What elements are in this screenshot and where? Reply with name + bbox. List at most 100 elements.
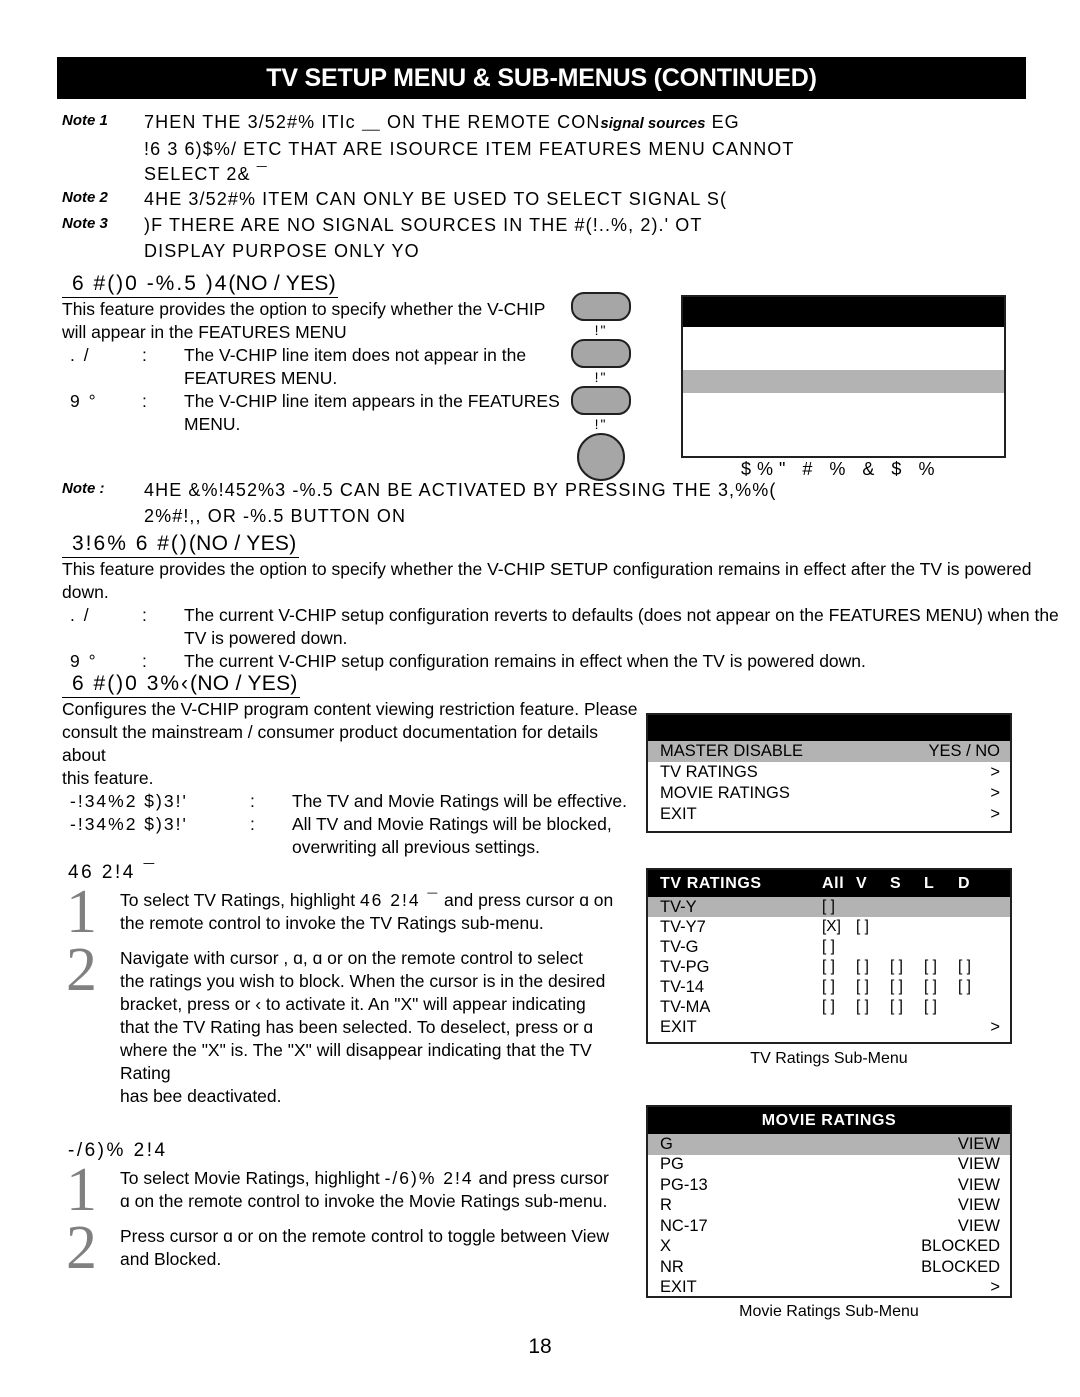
movie-ratings-osd-title: MOVIE RATINGS xyxy=(648,1107,1010,1134)
tv-ratings-row-exit[interactable]: EXIT > xyxy=(648,1017,1010,1037)
tv-ratings-osd-menu: TV RATINGS All V S L D TV-Y [ ] TV-Y7 [X… xyxy=(646,868,1012,1044)
checkbox-s[interactable]: [ ] xyxy=(890,958,924,976)
checkbox-l[interactable] xyxy=(924,938,958,956)
tv-ratings-row-tv-g[interactable]: TV-G [ ] xyxy=(648,937,1010,957)
save-vchip-option-no-colon: : xyxy=(142,605,147,625)
checkbox-all[interactable]: [ ] xyxy=(822,898,856,916)
checkbox-l[interactable]: [ ] xyxy=(924,978,958,996)
remote-button-1-caption: !" xyxy=(594,322,608,338)
checkbox-v[interactable]: [ ] xyxy=(856,918,890,936)
note-4-block: Note : 4HE &%!452%3 -%.5 CAN BE ACTIVATE… xyxy=(62,478,1080,529)
tv-ratings-row-tv-y7[interactable]: TV-Y7 [X] [ ] xyxy=(648,917,1010,937)
movie-ratings-row-pg-value: VIEW xyxy=(957,1155,1000,1174)
tv-ratings-osd-title: TV RATINGS xyxy=(660,874,762,892)
cursor-right-icon: ɑ xyxy=(579,890,589,910)
vchip-setup-intro-line3: this feature. xyxy=(62,768,154,788)
tv-ratings-steps-section: 46 2!4 ¯ 1 To select TV Ratings, highlig… xyxy=(62,862,642,1114)
blank-osd-menu-caption: $%" # % & $ % xyxy=(741,459,941,479)
tv-ratings-row-tv-ma-label: TV-MA xyxy=(660,997,711,1016)
vchip-setup-intro-line1: Configures the V-CHIP program content vi… xyxy=(62,699,638,719)
osd-row-movie-ratings[interactable]: MOVIE RATINGS > xyxy=(648,783,1010,804)
tv-ratings-step-2-line4: that the TV Rating has been selected. To… xyxy=(120,1017,594,1037)
movie-ratings-row-r[interactable]: R VIEW xyxy=(648,1196,1010,1217)
checkbox-v[interactable]: [ ] xyxy=(856,998,890,1016)
osd-row-tv-ratings[interactable]: TV RATINGS > xyxy=(648,762,1010,783)
osd-row-tv-ratings-arrow-icon: > xyxy=(990,763,1000,781)
checkbox-l[interactable]: [ ] xyxy=(924,958,958,976)
movie-ratings-step-1-line1-a: To select Movie Ratings, highlight xyxy=(120,1168,385,1188)
checkbox-d[interactable]: [ ] xyxy=(958,958,992,976)
note-1-body: 7HEN THE 3/52#% ITIc ⸏ ON THE REMOTE CON… xyxy=(144,110,1080,136)
movie-ratings-row-nc-17-value: VIEW xyxy=(957,1216,1000,1235)
cursor-right-icon: ɑ xyxy=(223,1226,233,1246)
checkbox-all[interactable]: [ ] xyxy=(822,958,856,976)
notes-block: Note 1 7HEN THE 3/52#% ITIc ⸏ ON THE REM… xyxy=(62,110,1080,264)
checkbox-all[interactable]: [X] xyxy=(822,918,856,936)
tv-ratings-row-exit-arrow-icon: > xyxy=(990,1017,1000,1036)
note-1-line3: SELECT 2& ¯ xyxy=(144,164,268,184)
osd-row-master-disable[interactable]: MASTER DISABLE YES / NO xyxy=(648,741,1010,762)
checkbox-s[interactable] xyxy=(890,938,924,956)
checkbox-v[interactable]: [ ] xyxy=(856,958,890,976)
movie-ratings-row-x-label: X xyxy=(660,1237,672,1256)
checkbox-d[interactable] xyxy=(958,898,992,916)
vchip-setup-option-1: -!34%2 $)3!' : The TV and Movie Ratings … xyxy=(62,790,642,813)
movie-ratings-row-nc-17[interactable]: NC-17 VIEW xyxy=(648,1216,1010,1237)
movie-ratings-row-pg-13[interactable]: PG-13 VIEW xyxy=(648,1175,1010,1196)
osd-row-movie-ratings-label: MOVIE RATINGS xyxy=(660,784,790,802)
vchip-menu-option-yes: 9 ° : The V-CHIP line item appears in th… xyxy=(62,390,622,413)
checkbox-l[interactable] xyxy=(924,898,958,916)
checkbox-d[interactable] xyxy=(958,998,992,1016)
checkbox-s[interactable] xyxy=(890,918,924,936)
tv-ratings-step-1-line1-c: on xyxy=(588,890,614,910)
osd-row-master-disable-value: YES / NO xyxy=(928,742,1000,760)
note-4-line2: 2%#!,, OR -%.5 BUTTON ON xyxy=(144,506,407,526)
tv-ratings-row-tv-y[interactable]: TV-Y [ ] xyxy=(648,897,1010,917)
note-1: Note 1 7HEN THE 3/52#% ITIc ⸏ ON THE REM… xyxy=(62,110,1080,136)
movie-ratings-row-pg[interactable]: PG VIEW xyxy=(648,1155,1010,1176)
movie-ratings-row-g-label: G xyxy=(660,1134,673,1153)
movie-ratings-step-1: 1 To select Movie Ratings, highlight -/6… xyxy=(62,1159,642,1221)
checkbox-l[interactable]: [ ] xyxy=(924,998,958,1016)
remote-button-1 xyxy=(571,292,631,321)
checkbox-all[interactable]: [ ] xyxy=(822,938,856,956)
checkbox-all[interactable]: [ ] xyxy=(822,998,856,1016)
vchip-setup-option-2-colon: : xyxy=(250,814,255,834)
save-vchip-option-yes-key: 9 ° xyxy=(70,651,98,671)
checkbox-l[interactable] xyxy=(924,918,958,936)
movie-ratings-row-exit[interactable]: EXIT > xyxy=(648,1278,1010,1299)
movie-ratings-row-x[interactable]: X BLOCKED xyxy=(648,1237,1010,1258)
checkbox-s[interactable] xyxy=(890,898,924,916)
note-1-line2-mid: ITEM xyxy=(479,139,539,159)
osd-row-exit[interactable]: EXIT > xyxy=(648,804,1010,825)
movie-ratings-row-g[interactable]: G VIEW xyxy=(648,1134,1010,1155)
tv-ratings-osd-caption: TV Ratings Sub-Menu xyxy=(750,1050,908,1067)
movie-ratings-row-nr-label: NR xyxy=(660,1257,684,1276)
checkbox-v[interactable] xyxy=(856,938,890,956)
vchip-menu-option-yes-desc2: MENU. xyxy=(184,414,241,434)
checkbox-s[interactable]: [ ] xyxy=(890,978,924,996)
checkbox-all[interactable]: [ ] xyxy=(822,978,856,996)
tv-ratings-row-tv-pg[interactable]: TV-PG [ ] [ ] [ ] [ ] [ ] xyxy=(648,957,1010,977)
checkbox-v[interactable] xyxy=(856,898,890,916)
movie-ratings-row-nr[interactable]: NR BLOCKED xyxy=(648,1257,1010,1278)
checkbox-d[interactable] xyxy=(958,918,992,936)
tv-ratings-row-tv-14[interactable]: TV-14 [ ] [ ] [ ] [ ] [ ] xyxy=(648,977,1010,997)
tv-ratings-row-tv-ma[interactable]: TV-MA [ ] [ ] [ ] [ ] xyxy=(648,997,1010,1017)
checkbox-d[interactable] xyxy=(958,938,992,956)
vchip-setup-osd-menu: MASTER DISABLE YES / NO TV RATINGS > MOV… xyxy=(646,713,1012,833)
tv-ratings-step-2-line1: Navigate with cursor , ɑ, ɑ or on the re… xyxy=(120,948,583,968)
checkbox-v[interactable]: [ ] xyxy=(856,978,890,996)
movie-ratings-step-2-line1-b: or on the remote control to toggle betwe… xyxy=(232,1226,609,1246)
movie-ratings-steps-heading: -/6)% 2!4 xyxy=(68,1140,168,1161)
tv-ratings-col-all: All xyxy=(822,874,845,892)
note-1-line1-b: EG xyxy=(705,112,740,132)
cursor-right-icon: ɑ xyxy=(120,1191,130,1211)
note-4-label-colon: : xyxy=(99,480,105,497)
note-4-label: Note : xyxy=(62,478,144,497)
vchip-setup-osd-header xyxy=(648,715,1010,741)
checkbox-d[interactable]: [ ] xyxy=(958,978,992,996)
checkbox-s[interactable]: [ ] xyxy=(890,998,924,1016)
movie-ratings-row-pg-13-value: VIEW xyxy=(957,1175,1000,1194)
movie-ratings-row-nc-17-label: NC-17 xyxy=(660,1216,708,1235)
